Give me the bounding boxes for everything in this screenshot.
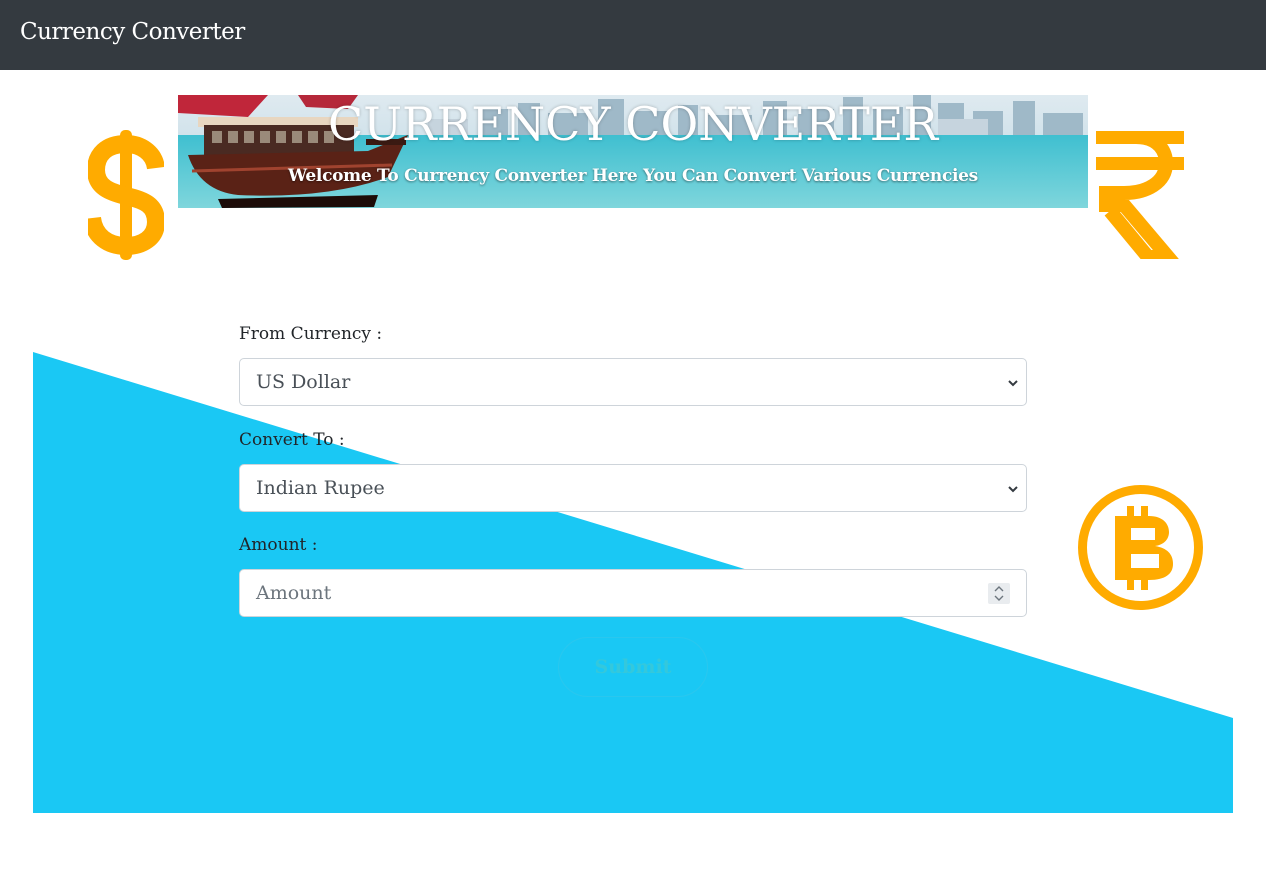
convert-to-select[interactable]: Indian Rupee [239, 464, 1027, 512]
from-currency-select[interactable]: US Dollar [239, 358, 1027, 406]
convert-to-label: Convert To : [239, 430, 345, 450]
dollar-icon [88, 130, 164, 260]
convert-to-value: Indian Rupee [256, 477, 385, 499]
chevron-down-icon [1008, 380, 1018, 387]
banner-title: CURRENCY CONVERTER [328, 97, 938, 151]
amount-label: Amount : [239, 535, 318, 555]
amount-placeholder: Amount [256, 582, 332, 604]
from-currency-label: From Currency : [239, 324, 383, 344]
navbar-brand[interactable]: Currency Converter [20, 19, 245, 45]
banner-subtitle: Welcome To Currency Converter Here You C… [288, 166, 978, 186]
hero-banner: CURRENCY CONVERTER Welcome To Currency C… [178, 95, 1088, 208]
rupee-icon [1096, 131, 1184, 259]
chevron-down-icon [1008, 486, 1018, 493]
navbar: Currency Converter [0, 0, 1266, 70]
page-gutter [1266, 0, 1285, 882]
from-currency-value: US Dollar [256, 371, 351, 393]
number-spinner[interactable] [988, 583, 1010, 604]
spinner-arrows-icon [994, 586, 1004, 601]
submit-button[interactable]: Submit [558, 637, 708, 697]
bitcoin-icon [1078, 485, 1203, 610]
amount-input[interactable]: Amount [239, 569, 1027, 617]
